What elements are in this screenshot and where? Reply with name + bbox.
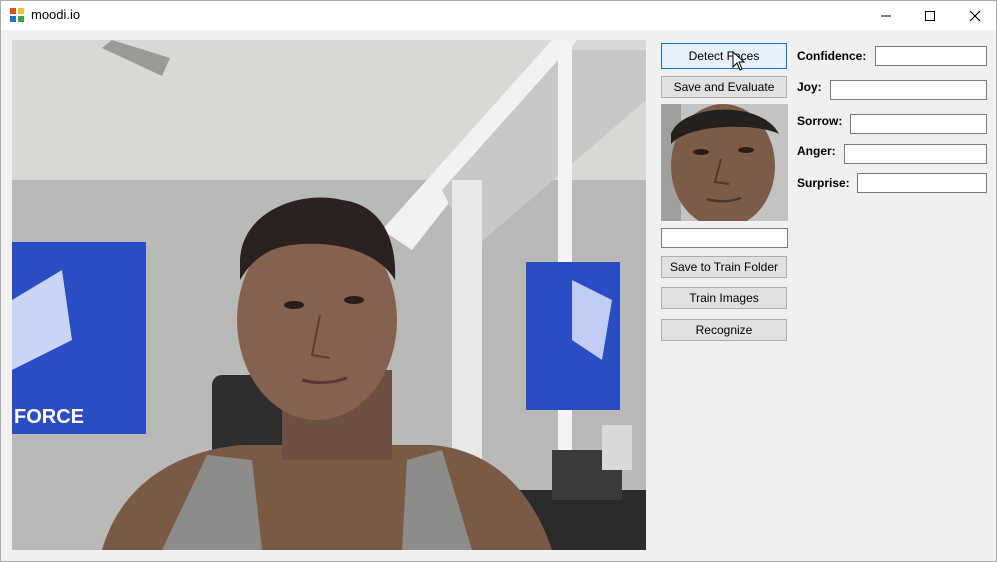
joy-label: Joy: <box>797 80 822 94</box>
detected-face-image <box>661 104 788 221</box>
main-window: moodi.io FORCE Detect Faces Save and Eva… <box>0 0 997 562</box>
sorrow-field[interactable] <box>850 114 987 134</box>
recognize-button[interactable]: Recognize <box>661 319 787 341</box>
save-to-train-folder-button[interactable]: Save to Train Folder <box>661 256 787 278</box>
mouse-cursor-icon <box>732 51 746 71</box>
anger-field[interactable] <box>844 144 987 164</box>
title-bar[interactable]: moodi.io <box>1 1 996 30</box>
close-button[interactable] <box>952 1 997 30</box>
flag-left-text: FORCE <box>14 406 84 428</box>
window-title: moodi.io <box>31 7 81 22</box>
minimize-button[interactable] <box>863 1 909 30</box>
maximize-icon <box>925 10 935 21</box>
surprise-field[interactable] <box>857 173 987 193</box>
sorrow-label: Sorrow: <box>797 114 843 128</box>
app-icon <box>10 8 24 22</box>
person-name-input[interactable] <box>661 228 788 248</box>
train-images-button[interactable]: Train Images <box>661 287 787 309</box>
confidence-label: Confidence: <box>797 49 867 63</box>
face-crop-image <box>661 104 788 221</box>
surprise-label: Surprise: <box>797 176 850 190</box>
joy-field[interactable] <box>830 80 987 100</box>
confidence-field[interactable] <box>875 46 987 66</box>
anger-label: Anger: <box>797 144 836 158</box>
detect-faces-button[interactable]: Detect Faces <box>661 43 787 69</box>
webcam-video-feed: FORCE <box>12 40 646 550</box>
maximize-button[interactable] <box>907 1 953 30</box>
webcam-feed-image: FORCE <box>12 40 646 550</box>
minimize-icon <box>881 15 891 16</box>
save-and-evaluate-button[interactable]: Save and Evaluate <box>661 76 787 98</box>
close-icon <box>969 10 981 21</box>
